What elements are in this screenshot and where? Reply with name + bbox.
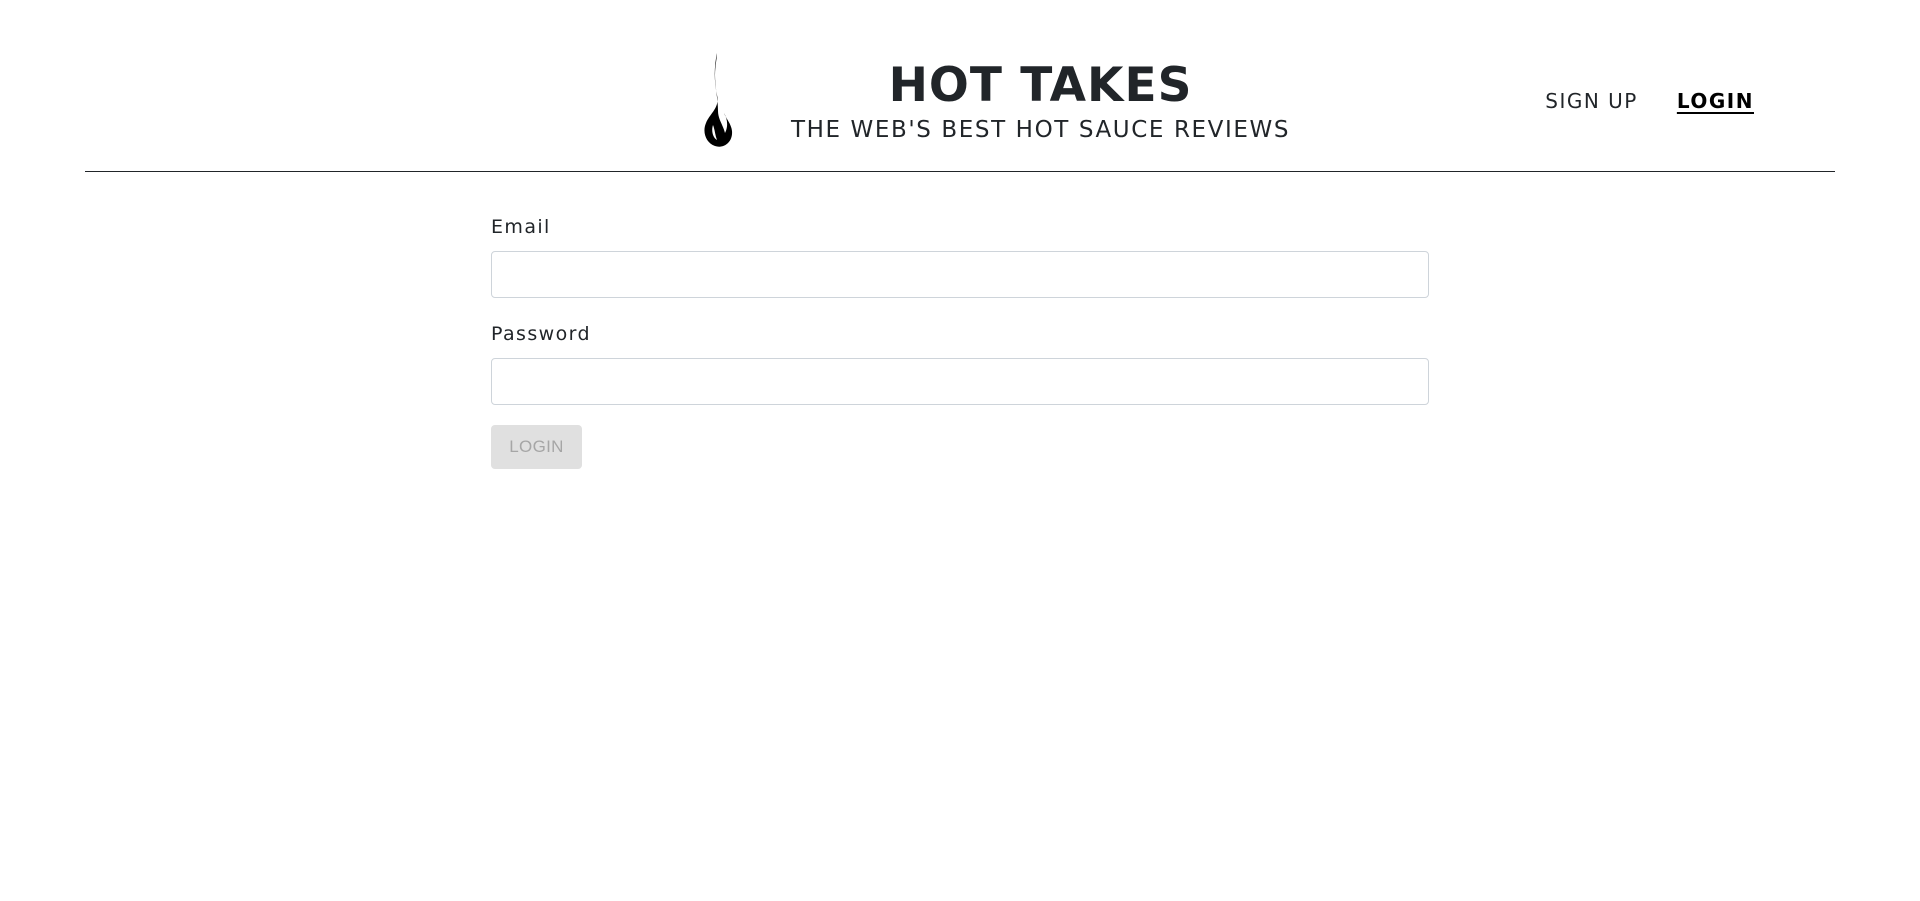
password-field[interactable] [491, 358, 1429, 405]
password-group: Password [491, 320, 1429, 405]
email-group: Email [491, 213, 1429, 298]
page: HOT TAKES THE WEB'S BEST HOT SAUCE REVIE… [0, 0, 1920, 901]
nav-signup-link[interactable]: SIGN UP [1545, 88, 1638, 114]
site-subtitle: THE WEB'S BEST HOT SAUCE REVIEWS [790, 117, 1291, 143]
email-label: Email [491, 216, 551, 238]
site-header: HOT TAKES THE WEB'S BEST HOT SAUCE REVIE… [85, 0, 1835, 172]
top-nav: SIGN UP LOGIN [1545, 88, 1754, 114]
password-label: Password [491, 323, 591, 345]
brand[interactable]: HOT TAKES THE WEB'S BEST HOT SAUCE REVIE… [702, 52, 1322, 152]
login-form: Email Password LOGIN [491, 213, 1429, 469]
site-title: HOT TAKES [888, 58, 1193, 113]
login-button[interactable]: LOGIN [491, 425, 582, 469]
nav-login-link[interactable]: LOGIN [1677, 88, 1754, 114]
email-field[interactable] [491, 251, 1429, 298]
